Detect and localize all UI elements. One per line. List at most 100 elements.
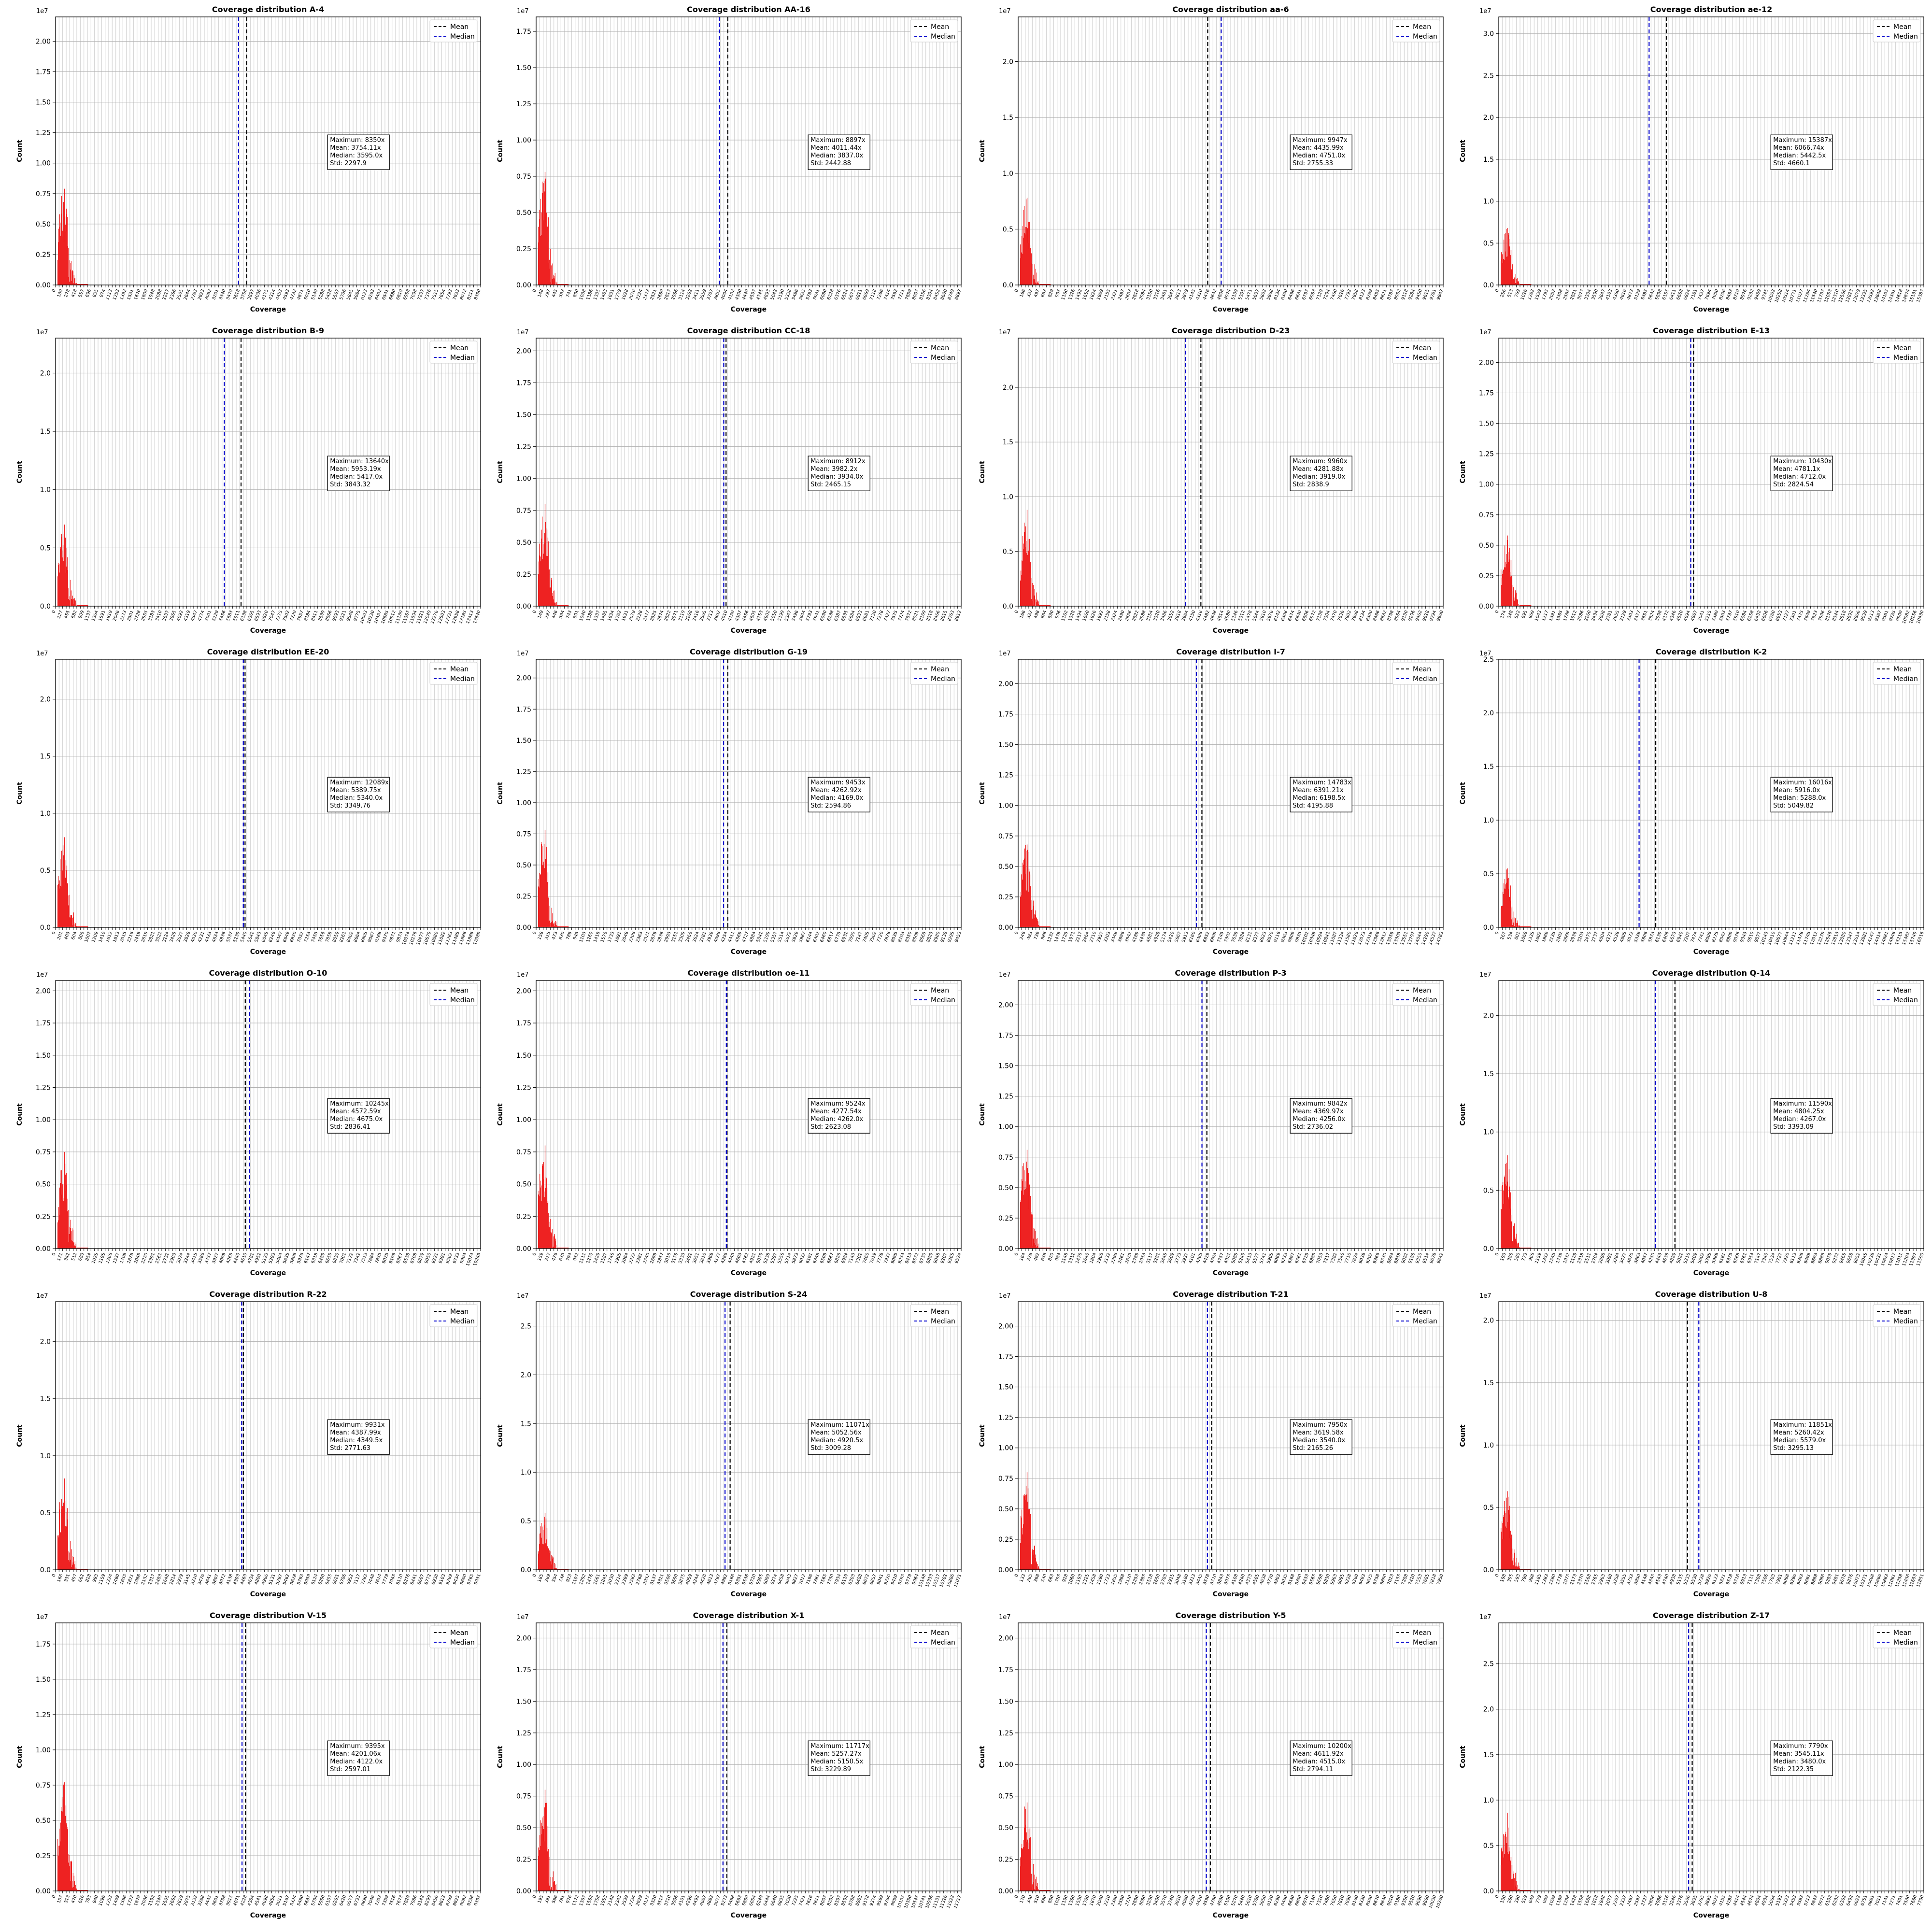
stats-line: Mean: 3545.11x	[1773, 1750, 1824, 1758]
y-tick-label: 1.50	[998, 1698, 1013, 1705]
histogram-bar	[551, 265, 552, 285]
x-tick-label: 342	[64, 1252, 71, 1262]
stats-line: Std: 2122.35	[1773, 1766, 1814, 1773]
x-axis-label: Coverage	[731, 948, 767, 956]
y-tick-label: 0.0	[40, 1566, 51, 1574]
subplot-panel: 0.00 0.25 0.50 0.75 1.00 1.25 1.50 1.75 2.00 0 174…	[1459, 326, 1925, 635]
legend-mean-label: Mean	[1413, 1629, 1431, 1637]
stats-line: Maximum: 8897x	[810, 137, 866, 144]
y-tick-label: 1.75	[516, 1020, 531, 1027]
stats-box: Maximum: 9524xMean: 4277.54xMedian: 4262…	[808, 1098, 870, 1134]
subplot-panel: 0.00.51.01.52.00 198 395 593 790 988118513831…	[1459, 1290, 1925, 1598]
y-tick-label: 0.50	[516, 209, 531, 217]
x-tick-labels: 0 149 297 446 594 743 891104011881337148516341…	[532, 610, 962, 622]
stats-line: Mean: 4277.54x	[810, 1108, 862, 1115]
stats-line: Std: 2594.86	[810, 802, 851, 810]
legend-median-label: Median	[931, 1318, 955, 1325]
x-tick-label: 741	[566, 289, 573, 298]
x-tick-label: 445	[552, 289, 559, 298]
y-tick-label: 1.25	[998, 1730, 1013, 1737]
y-tick-label: 2.0	[40, 1338, 51, 1346]
x-tick-label: 0	[532, 1573, 537, 1577]
subplot-panel: 0.00 0.25 0.50 0.75 1.00 1.25 1.50 1.75 2.00 0 171…	[16, 968, 482, 1277]
y-tick-label: 1.00	[36, 1747, 51, 1754]
y-tick-label: 0.5	[521, 1518, 531, 1525]
stats-line: Maximum: 9453x	[810, 779, 866, 786]
histogram-bar	[1033, 585, 1034, 606]
x-tick-label: 391	[544, 1895, 552, 1904]
legend-median-label: Median	[1413, 1639, 1437, 1647]
x-tick-label: 795	[1055, 1574, 1062, 1583]
x-tick-label: 446	[552, 610, 559, 619]
y-tick-label: 0.5	[1483, 240, 1494, 247]
legend-mean-label: Mean	[1893, 344, 1912, 352]
y-tick-label: 1.0	[1003, 493, 1013, 501]
y-tick-label: 1.5	[1483, 156, 1494, 164]
stats-line: Maximum: 15387x	[1773, 137, 1832, 144]
y-tick-label: 1.50	[998, 1384, 1013, 1392]
y-axis-label: Count	[497, 140, 504, 162]
y-offset-label: 1e7	[517, 971, 529, 979]
y-tick-label: 0.75	[998, 1475, 1013, 1483]
x-tick-label: 0	[1014, 1894, 1019, 1899]
x-tick-label: 554	[552, 1573, 559, 1583]
y-tick-label: 0.00	[36, 1888, 51, 1895]
y-tick-label: 0.5	[1483, 1842, 1494, 1850]
stats-box: Maximum: 9960xMean: 4281.88xMedian: 3919…	[1290, 455, 1352, 491]
legend-median-label: Median	[450, 33, 475, 41]
stats-box: Maximum: 11071xMean: 5052.56xMedian: 492…	[808, 1419, 870, 1455]
y-tick-label: 2.00	[998, 1634, 1013, 1642]
x-tick-label: 510	[1034, 1894, 1041, 1904]
x-tick-label: 830	[1048, 610, 1055, 619]
x-tick-label: 788	[566, 931, 573, 940]
x-axis-label: Coverage	[1213, 948, 1249, 956]
y-tick-label: 0.25	[998, 1536, 1013, 1544]
x-tick-label: 386	[1507, 1252, 1514, 1262]
x-tick-label: 993	[92, 1574, 99, 1583]
y-tick-label: 2.00	[1479, 359, 1494, 367]
y-tick-label: 0.0	[1483, 1245, 1494, 1253]
histogram-bar	[1036, 272, 1037, 285]
x-tick-label: 680	[1040, 1894, 1048, 1904]
x-axis-label: Coverage	[250, 948, 286, 956]
legend-mean-label: Mean	[450, 344, 469, 352]
x-tick-label: 663	[1040, 289, 1048, 298]
legend-mean-label: Mean	[450, 1308, 469, 1316]
legend: Mean Median	[429, 1304, 478, 1327]
x-ticks	[55, 927, 481, 930]
legend-mean-label: Mean	[931, 23, 949, 31]
y-tick-label: 0.75	[516, 507, 531, 515]
chart-title: Coverage distribution oe-11	[688, 968, 810, 978]
x-tick-labels: 0 157 313 470 626 783 940109612531409156617221…	[51, 1894, 482, 1906]
histogram-bar	[75, 1885, 76, 1891]
y-offset-label: 1e7	[36, 1614, 48, 1621]
x-ticks	[55, 1249, 481, 1251]
y-tick-label: 0.75	[998, 1793, 1013, 1801]
x-tick-label: 9960	[1436, 610, 1445, 622]
x-tick-labels: 0 185 369 554 738 923110712921476166118452030…	[532, 1573, 962, 1588]
y-tick-label: 0.5	[40, 867, 51, 875]
stats-box: Maximum: 9395xMean: 4201.06xMedian: 4122…	[327, 1740, 390, 1776]
y-tick-label: 1.0	[40, 486, 51, 494]
y-tick-label: 1.25	[516, 768, 531, 776]
legend-mean-label: Mean	[1413, 344, 1431, 352]
legend: Mean Median	[910, 341, 958, 364]
y-tick-label: 0.75	[36, 1782, 51, 1790]
y-tick-label: 2.00	[516, 675, 531, 682]
stats-line: Std: 4660.1	[1773, 160, 1810, 167]
stats-line: Mean: 4804.25x	[1773, 1108, 1824, 1115]
x-tick-label: 779	[1535, 1894, 1543, 1904]
y-tick-label: 1.00	[36, 160, 51, 168]
stats-line: Mean: 3619.58x	[1293, 1429, 1344, 1436]
stats-box: Maximum: 10245xMean: 4572.59xMedian: 467…	[327, 1098, 390, 1134]
legend-median-label: Median	[1413, 1318, 1437, 1325]
stats-line: Maximum: 14783x	[1293, 779, 1351, 786]
y-tick-label: 1.5	[521, 1420, 531, 1428]
x-tick-label: 0	[1014, 610, 1019, 614]
y-tick-label: 1.0	[1483, 198, 1494, 206]
y-tick-label: 0.00	[36, 1245, 51, 1253]
stats-line: Median: 5150.5x	[810, 1758, 863, 1765]
legend-median-label: Median	[1413, 675, 1437, 683]
stats-line: Std: 2597.01	[330, 1766, 370, 1773]
x-tick-label: 534	[1507, 931, 1514, 940]
